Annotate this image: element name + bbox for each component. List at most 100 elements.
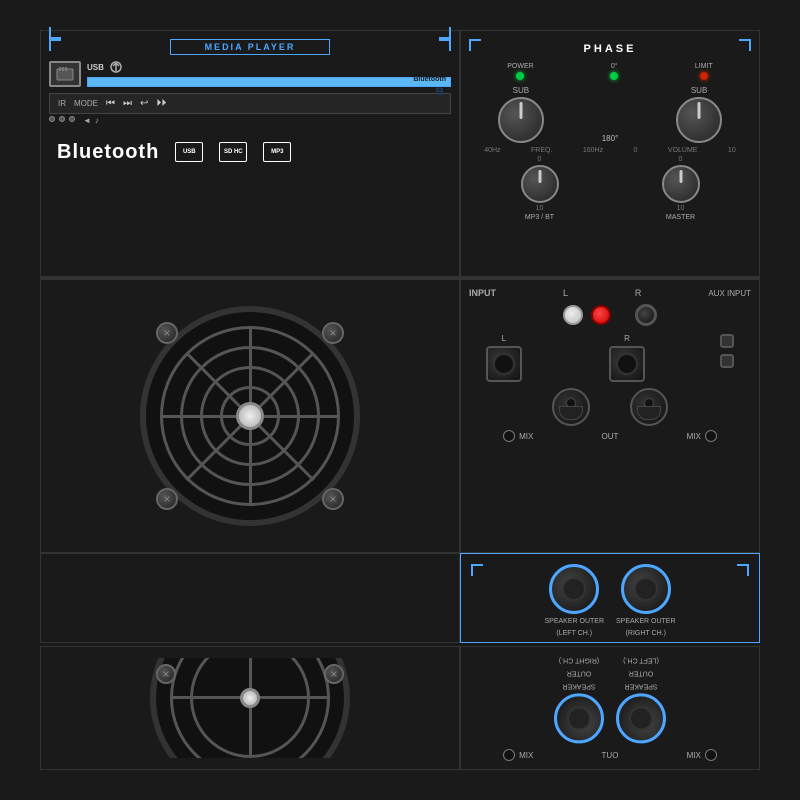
bt-icons-row: Bluetooth USB SD HC — [49, 141, 451, 164]
play-button[interactable]: ⏵⏵ — [156, 98, 166, 109]
screw-bottom-tl: × — [156, 664, 176, 684]
fan-panel — [40, 279, 460, 552]
bluetooth-main-label: Bluetooth — [57, 141, 159, 164]
right-ch-label: R — [635, 288, 642, 298]
rca-left-white[interactable] — [563, 305, 583, 325]
xlr-right-port[interactable] — [630, 388, 668, 426]
volume-label: VOLUME — [668, 147, 698, 154]
speaker-right-label: SPEAKER OUTER — [616, 617, 676, 627]
phase-label: PHASE — [469, 43, 751, 55]
usb-label: USB — [87, 63, 104, 72]
zero-deg-label: 0° — [611, 63, 618, 70]
aux-input-label: AUX INPUT — [708, 289, 751, 298]
bottom-out-label: TUO — [602, 751, 619, 760]
jack-right-port[interactable] — [609, 346, 645, 382]
sub-right-knob[interactable] — [676, 97, 722, 143]
media-top-row: USB ʙ Bluetooth — [49, 61, 451, 87]
mix-port-left[interactable] — [503, 430, 515, 442]
left-bottom-panel — [40, 553, 460, 643]
master-knob[interactable] — [662, 165, 700, 203]
speaker-left-group: SPEAKER OUTER (LEFT CH.) — [544, 564, 604, 640]
repeat-button[interactable]: ↩ — [140, 98, 148, 109]
speaker-left-connector[interactable] — [549, 564, 599, 614]
screw-bottom-tr: × — [324, 664, 344, 684]
media-player-panel: MEDIA PLAYER — [40, 30, 460, 277]
jack-left-group: L — [486, 334, 522, 382]
master-label: MASTER — [666, 214, 695, 222]
jack-left-port[interactable] — [486, 346, 522, 382]
bluetooth-text: Bluetooth — [413, 76, 446, 83]
device-container: MEDIA PLAYER — [0, 0, 800, 800]
mirror-speaker-left: SPEAKER OUTER (LEFT CH.) — [616, 655, 666, 743]
mp3-badge-icon: MP3 — [263, 142, 291, 162]
jack-ports-row: L R — [469, 334, 751, 382]
mirror-connector-right[interactable] — [554, 693, 604, 743]
middle-section: INPUT L R AUX INPUT L — [40, 279, 760, 552]
jack-right-label: R — [624, 334, 630, 343]
mirror-connector-left[interactable] — [616, 693, 666, 743]
bottom-mix-port-right[interactable] — [705, 749, 717, 761]
input-output-panel: INPUT L R AUX INPUT L — [460, 279, 760, 552]
jack-right-group: R — [609, 334, 645, 382]
rca-aux-black[interactable] — [635, 304, 657, 326]
mirrored-content: SPEAKER OUTER (LEFT CH.) SPEAKER OUTER (… — [469, 655, 751, 743]
freq-low-label: 40Hz — [484, 147, 500, 154]
mp3-badge: MP3 — [263, 142, 291, 163]
mirror-label-right: SPEAKER — [562, 680, 595, 690]
usb-badge: USB — [175, 142, 203, 163]
bottom-fan-partial: × × — [40, 646, 460, 770]
mix-port-right[interactable] — [705, 430, 717, 442]
bottom-mirror-section: × × SPEAKER OUTER (LEFT C — [40, 643, 760, 770]
bottom-mix-port-left[interactable] — [503, 749, 515, 761]
usb-badge-icon: USB — [175, 142, 203, 162]
small-port-2[interactable] — [720, 354, 734, 368]
dot-2 — [59, 116, 65, 122]
dot-1 — [49, 116, 55, 122]
speaker-section: SPEAKER OUTER (LEFT CH.) SPEAKER OUTER (… — [40, 553, 760, 643]
rca-connectors — [469, 304, 751, 326]
vol-ten: 10 — [728, 147, 736, 154]
sd-badge: SD HC — [219, 142, 247, 163]
prev-button[interactable]: ⏮ — [106, 98, 115, 109]
phase-panel: PHASE POWER 0° LIMIT — [460, 30, 760, 277]
sub-right-group: SUB — [676, 86, 722, 143]
top-section: MEDIA PLAYER — [40, 30, 760, 279]
sub-left-knob[interactable] — [498, 97, 544, 143]
deg-180-label: 180° — [602, 134, 619, 143]
sub-left-label: SUB — [513, 86, 529, 95]
media-player-label: MEDIA PLAYER — [170, 39, 330, 55]
mix-left-label: MIX — [519, 432, 533, 441]
mirror-label-left: SPEAKER — [624, 680, 657, 690]
vol-zero: 0 — [634, 147, 638, 154]
fan-center-hub — [236, 402, 264, 430]
bottom-mix-left: MIX — [519, 751, 533, 760]
mp3bt-group: 0 10 MP3 / BT — [521, 156, 559, 222]
mode-label: MODE — [74, 99, 98, 108]
bluetooth-symbol: ʙ — [435, 82, 444, 98]
power-label: POWER — [507, 63, 533, 70]
sd-card-slot[interactable] — [49, 61, 81, 87]
speaker-right-connector[interactable] — [621, 564, 671, 614]
fan — [140, 306, 360, 526]
small-port-1[interactable] — [720, 334, 734, 348]
master-group: 0 10 MASTER — [662, 156, 700, 222]
left-ch-label: L — [563, 288, 568, 298]
sub-knob-row: SUB 180° SUB — [469, 86, 751, 143]
next-button[interactable]: ⏭ — [123, 98, 132, 109]
dot-row: ◄ ♪ — [49, 116, 451, 125]
mirror-speaker-right: SPEAKER OUTER (RIGHT CH.) — [554, 655, 604, 743]
mix-out-row: MIX OUT MIX — [469, 430, 751, 442]
jack-left-label: L — [502, 334, 506, 343]
main-panel: MEDIA PLAYER — [40, 30, 760, 770]
xlr-row — [469, 388, 751, 426]
rca-right-red[interactable] — [591, 305, 611, 325]
power-led — [516, 72, 524, 80]
input-label-row: INPUT L R AUX INPUT — [469, 288, 751, 298]
input-label: INPUT — [469, 288, 496, 298]
zero-deg-led — [610, 72, 618, 80]
xlr-left-port[interactable] — [552, 388, 590, 426]
out-label: OUT — [602, 432, 619, 441]
mp3bt-knob[interactable] — [521, 165, 559, 203]
speaker-connectors-row: SPEAKER OUTER (LEFT CH.) SPEAKER OUTER (… — [471, 564, 749, 640]
phase-indicators: POWER 0° LIMIT — [469, 63, 751, 80]
